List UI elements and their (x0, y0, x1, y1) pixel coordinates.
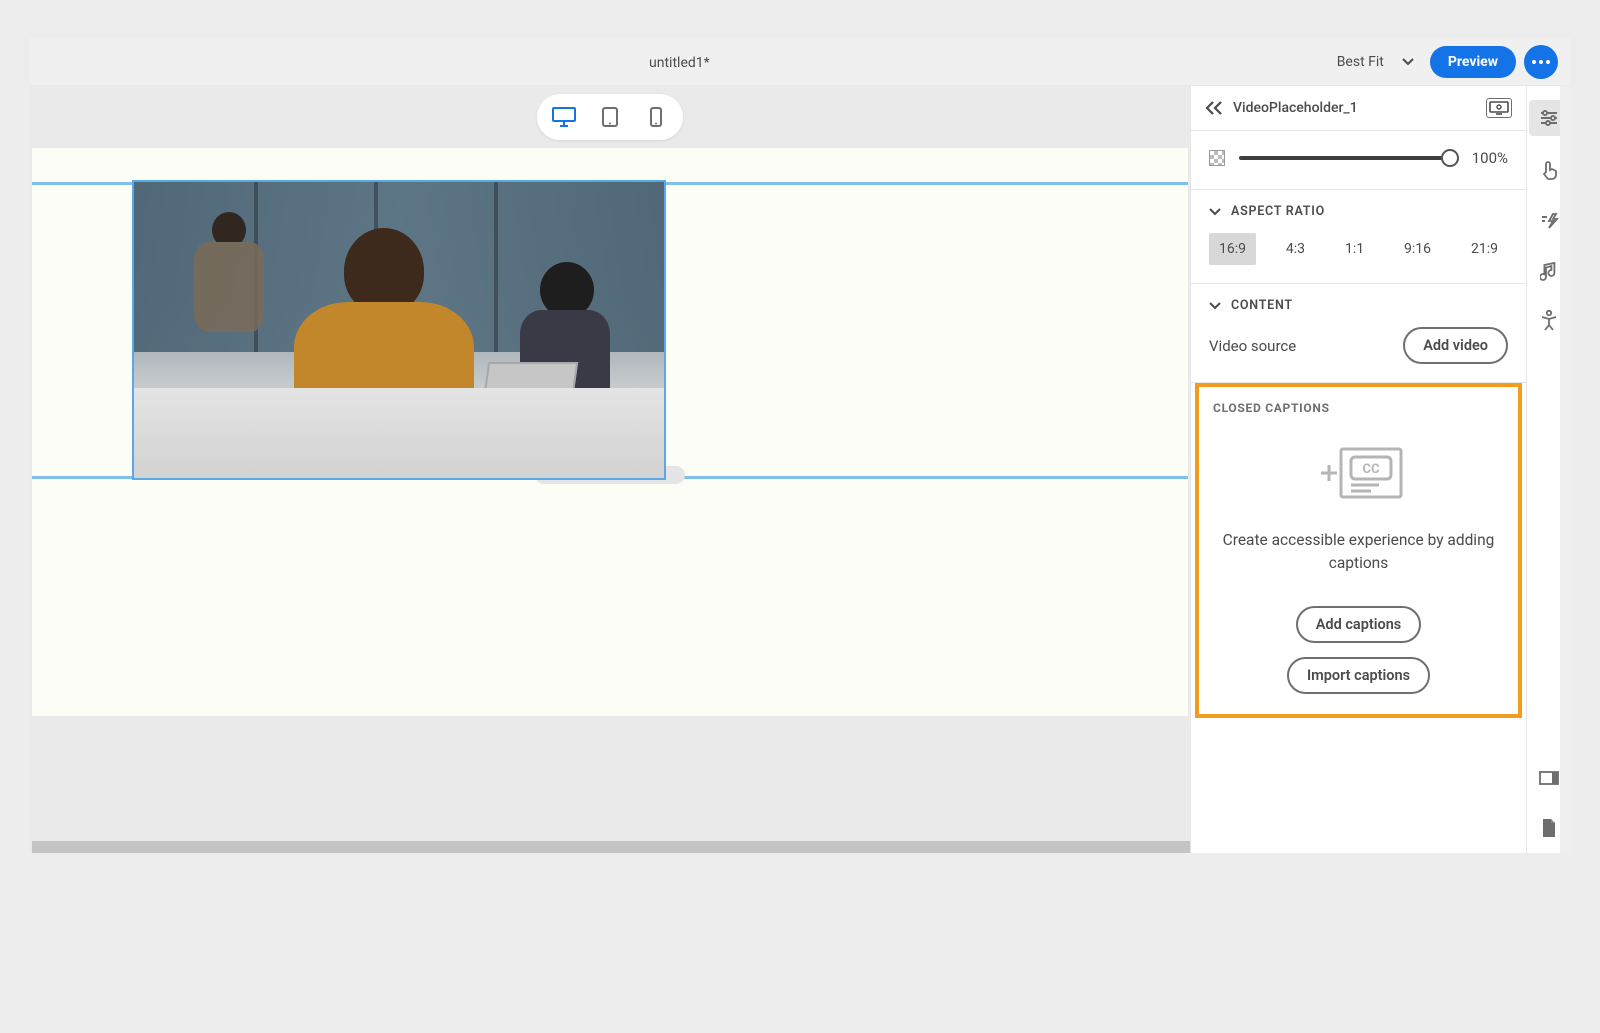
stage-column (30, 86, 1190, 853)
music-note-icon (1540, 261, 1558, 281)
closed-captions-title: CLOSED CAPTIONS (1213, 401, 1504, 415)
video-source-label: Video source (1209, 337, 1296, 355)
more-options-button[interactable] (1524, 45, 1558, 79)
aspect-ratio-option[interactable]: 16:9 (1209, 233, 1256, 265)
chevrons-left-icon (1205, 101, 1223, 115)
properties-panel: VideoPlaceholder_1 100% (1190, 86, 1526, 853)
aspect-ratio-option[interactable]: 9:16 (1394, 233, 1441, 265)
zoom-select-label: Best Fit (1337, 54, 1384, 70)
device-tablet-button[interactable] (593, 100, 627, 134)
properties-header: VideoPlaceholder_1 (1191, 86, 1526, 131)
closed-captions-illustration: CC (1213, 443, 1504, 507)
add-captions-button[interactable]: Add captions (1296, 606, 1422, 643)
opacity-slider[interactable] (1239, 156, 1450, 160)
aspect-ratio-section: ASPECT RATIO 16:9 4:3 1:1 9:16 21:9 (1191, 190, 1526, 284)
filmstrip-icon (1539, 770, 1559, 786)
chevron-down-icon (1402, 58, 1414, 66)
lightning-icon (1539, 213, 1559, 229)
responsive-visibility-button[interactable] (1486, 98, 1512, 118)
svg-text:CC: CC (1362, 462, 1380, 477)
aspect-ratio-header[interactable]: ASPECT RATIO (1209, 204, 1508, 219)
chevron-down-icon (1209, 302, 1221, 310)
import-captions-button[interactable]: Import captions (1287, 657, 1430, 694)
horizontal-scrollbar[interactable] (32, 841, 1190, 853)
desktop-icon (552, 107, 576, 127)
aspect-ratio-option[interactable]: 21:9 (1461, 233, 1508, 265)
tablet-icon (602, 107, 618, 127)
app-window: untitled1* Best Fit Preview (30, 38, 1570, 853)
aspect-ratio-title: ASPECT RATIO (1231, 204, 1325, 219)
content-title: CONTENT (1231, 298, 1293, 313)
canvas[interactable] (32, 148, 1188, 716)
document-icon (1541, 818, 1557, 838)
closed-captions-message: Create accessible experience by adding c… (1213, 529, 1504, 576)
sliders-icon (1539, 110, 1559, 126)
video-preview-image (134, 182, 664, 478)
opacity-row: 100% (1191, 131, 1526, 190)
opacity-value: 100% (1464, 149, 1508, 167)
transparency-icon (1209, 150, 1225, 166)
device-desktop-button[interactable] (547, 100, 581, 134)
preview-button[interactable]: Preview (1430, 46, 1516, 78)
monitor-eye-icon (1489, 101, 1509, 115)
aspect-ratio-option[interactable]: 1:1 (1335, 233, 1374, 265)
mobile-icon (650, 107, 662, 127)
captions-icon: CC (1311, 443, 1407, 507)
content-header[interactable]: CONTENT (1209, 298, 1508, 313)
add-video-button[interactable]: Add video (1403, 327, 1508, 364)
accessibility-icon (1539, 310, 1559, 332)
top-bar: untitled1* Best Fit Preview (30, 38, 1570, 86)
main-area: VideoPlaceholder_1 100% (30, 86, 1570, 853)
vertical-scrollbar[interactable] (1560, 86, 1570, 853)
device-mobile-button[interactable] (639, 100, 673, 134)
aspect-ratio-option[interactable]: 4:3 (1276, 233, 1315, 265)
selected-object-name: VideoPlaceholder_1 (1233, 100, 1476, 116)
collapse-panel-button[interactable] (1205, 101, 1223, 115)
hand-pointer-icon (1539, 160, 1559, 182)
closed-captions-section: CLOSED CAPTIONS CC Create accessible exp… (1195, 383, 1522, 718)
video-placeholder[interactable] (134, 182, 664, 478)
chevron-down-icon (1209, 208, 1221, 216)
zoom-select[interactable]: Best Fit (1329, 48, 1422, 76)
opacity-slider-thumb[interactable] (1441, 149, 1459, 167)
document-title: untitled1* (649, 55, 710, 71)
device-toggle (30, 86, 1190, 148)
content-section: CONTENT Video source Add video (1191, 284, 1526, 383)
